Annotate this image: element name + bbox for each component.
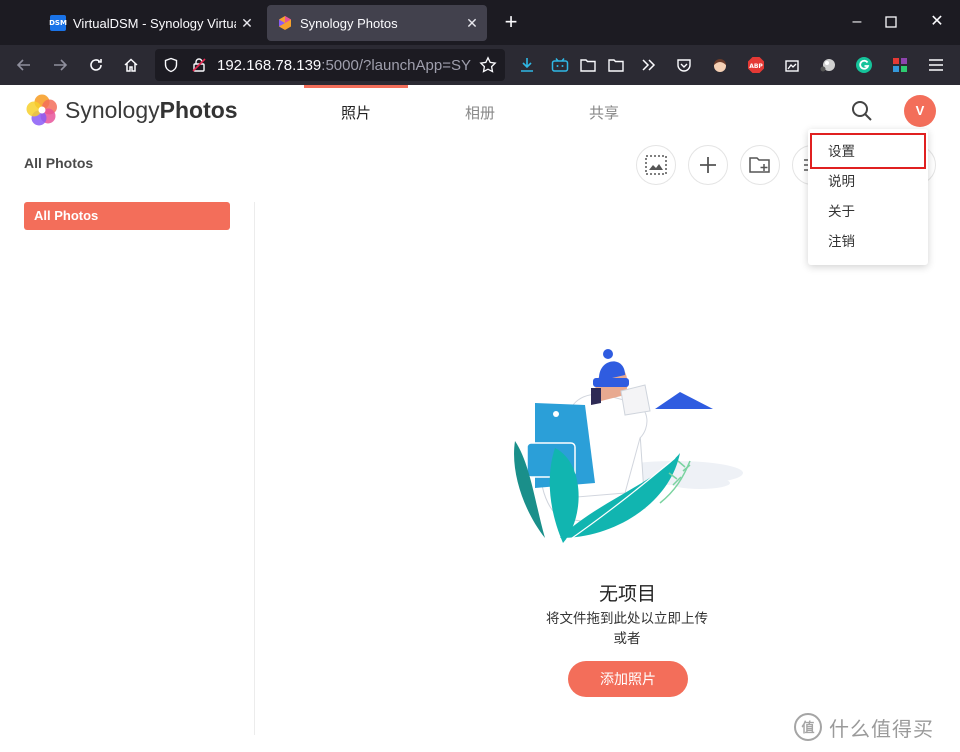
tab-title: VirtualDSM - Synology Virtua <box>73 15 236 31</box>
tab-virtualdsm[interactable]: DSM VirtualDSM - Synology Virtua ✕ <box>40 5 262 41</box>
plus-icon <box>700 157 716 173</box>
adblock-plus-icon[interactable]: ABP <box>745 53 767 77</box>
menu-item-about[interactable]: 关于 <box>808 197 928 227</box>
address-bar[interactable]: 192.168.78.139:5000/?launchApp=SYN <box>155 49 505 81</box>
add-button[interactable] <box>688 145 728 185</box>
empty-state-description: 将文件拖到此处以立即上传 或者 <box>527 609 727 649</box>
screenshot-extension-icon[interactable] <box>781 53 803 77</box>
new-tab-button[interactable]: + <box>498 10 524 36</box>
page-title: All Photos <box>24 155 94 171</box>
add-photos-button[interactable]: 添加照片 <box>568 661 688 697</box>
hamburger-menu-icon[interactable] <box>925 53 947 77</box>
url-path: :5000/?launchApp=SYN <box>321 57 471 74</box>
close-tab-icon[interactable]: ✕ <box>236 15 258 32</box>
tab-photos[interactable]: 照片 <box>304 85 408 135</box>
color-grid-extension-icon[interactable] <box>889 53 911 77</box>
folder-icon[interactable] <box>605 53 627 77</box>
sidebar-divider <box>254 202 255 735</box>
url-text: 192.168.78.139:5000/?launchApp=SYN <box>217 57 471 74</box>
home-icon[interactable] <box>117 51 145 79</box>
insecure-lock-icon[interactable] <box>191 57 207 78</box>
image-select-icon <box>645 155 667 175</box>
maximize-button[interactable] <box>868 10 914 36</box>
reload-icon[interactable] <box>82 51 110 79</box>
extension-ball-icon[interactable] <box>817 53 839 77</box>
close-tab-icon[interactable]: ✕ <box>461 15 483 32</box>
synology-photos-favicon-icon <box>277 15 293 31</box>
search-icon[interactable] <box>850 99 874 123</box>
pocket-icon[interactable] <box>673 53 695 77</box>
brand-bold: Photos <box>159 97 238 123</box>
empty-state-desc-line: 或者 <box>613 631 641 646</box>
empty-state-title: 无项目 <box>598 584 656 605</box>
user-avatar[interactable]: V <box>904 95 936 127</box>
menu-item-logout[interactable]: 注销 <box>808 227 928 257</box>
svg-text:值: 值 <box>801 720 814 736</box>
tab-title: Synology Photos <box>300 15 398 31</box>
watermark-logo-icon: 值 <box>794 713 822 741</box>
tab-albums[interactable]: 相册 <box>428 85 532 135</box>
url-host: 192.168.78.139 <box>217 57 322 74</box>
download-icon[interactable] <box>516 53 538 77</box>
slideshow-button[interactable] <box>636 145 676 185</box>
bookmark-star-icon[interactable] <box>479 56 497 79</box>
forward-icon[interactable] <box>46 51 74 79</box>
shield-icon[interactable] <box>163 57 179 78</box>
folder-icon[interactable] <box>577 53 599 77</box>
brand-name: SynologyPhotos <box>65 97 238 124</box>
empty-state-illustration <box>514 349 743 544</box>
synology-photos-app: SynologyPhotos 照片 相册 共享 V All Photos All… <box>0 85 960 752</box>
sidebar-item-all-photos[interactable]: All Photos <box>24 202 230 230</box>
user-dropdown-menu: 设置 说明 关于 注销 <box>808 129 928 265</box>
watermark-text: 什么值得买 <box>829 718 934 741</box>
empty-state-desc-line: 将文件拖到此处以立即上传 <box>546 611 708 626</box>
watermark: 值 什么值得买 <box>793 709 953 745</box>
menu-item-help[interactable]: 说明 <box>808 167 928 197</box>
menu-item-settings[interactable]: 设置 <box>808 137 928 167</box>
browser-navbar: 192.168.78.139:5000/?launchApp=SYN ABP <box>0 45 960 85</box>
dsm-favicon-icon: DSM <box>49 15 67 31</box>
svg-text:ABP: ABP <box>749 63 763 70</box>
folder-plus-icon <box>749 157 770 173</box>
bilibili-extension-icon[interactable] <box>549 53 571 77</box>
avatar-extension-icon[interactable] <box>709 53 731 77</box>
app-header: SynologyPhotos 照片 相册 共享 V <box>0 85 960 135</box>
grammarly-icon[interactable] <box>853 53 875 77</box>
brand-light: Synology <box>65 97 160 123</box>
overflow-chevrons-icon[interactable] <box>637 53 659 77</box>
browser-titlebar: DSM VirtualDSM - Synology Virtua ✕ Synol… <box>0 0 960 45</box>
add-folder-button[interactable] <box>740 145 780 185</box>
close-window-button[interactable]: ✕ <box>914 10 960 36</box>
tab-synology-photos[interactable]: Synology Photos ✕ <box>267 5 487 41</box>
back-icon[interactable] <box>10 51 38 79</box>
synology-photos-logo-icon <box>26 94 57 126</box>
tab-sharing[interactable]: 共享 <box>552 85 656 135</box>
